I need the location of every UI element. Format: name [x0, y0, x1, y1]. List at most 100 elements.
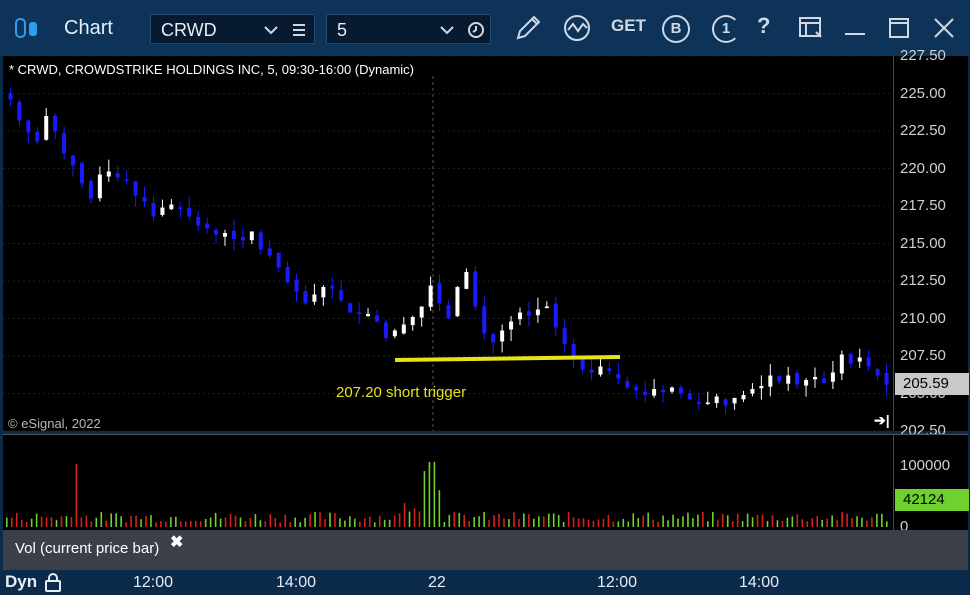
volume-bar — [368, 516, 371, 527]
volume-bar — [781, 521, 784, 527]
trigger-line[interactable] — [394, 355, 621, 362]
candle-body — [169, 204, 174, 210]
chevron-down-icon[interactable] — [439, 22, 455, 38]
volume-bar — [851, 517, 853, 527]
candle-body — [616, 373, 621, 379]
minimize-icon[interactable] — [839, 12, 871, 44]
candle-body — [473, 271, 478, 307]
volume-bar — [314, 512, 316, 527]
volume-bar — [224, 517, 227, 527]
price-axis-label: 222.50 — [900, 122, 946, 139]
candle-body — [330, 285, 335, 289]
volume-chart-svg[interactable] — [3, 435, 893, 531]
symbol-input[interactable]: CRWD — [150, 14, 315, 44]
price-axis-label: 225.00 — [900, 84, 946, 102]
scroll-to-end-icon[interactable]: ➔| — [874, 412, 890, 429]
volume-bar — [130, 515, 132, 527]
price-axis[interactable]: 227.50 225.00 222.50 220.00 217.50 215.00 212.… — [893, 47, 969, 439]
volume-chart[interactable] — [3, 434, 893, 530]
volume-bar — [448, 514, 451, 527]
volume-bar — [528, 514, 530, 527]
volume-study-label: Vol (current price bar) — [15, 540, 160, 557]
volume-bar — [20, 519, 23, 527]
volume-bar — [304, 517, 306, 527]
candle-body — [124, 179, 129, 182]
volume-bar — [289, 522, 291, 527]
volume-axis[interactable]: 100000 0 42124 — [893, 434, 969, 535]
volume-bar — [712, 511, 714, 527]
volume-bar — [508, 519, 510, 527]
volume-bar — [254, 514, 257, 527]
volume-bar — [135, 515, 137, 527]
volume-bar — [115, 513, 117, 527]
volume-bar — [766, 520, 769, 527]
volume-bar — [582, 518, 585, 527]
chart-app-icon — [15, 18, 37, 38]
candle-body — [151, 203, 156, 217]
volume-bar — [716, 519, 719, 527]
volume-bar — [652, 519, 654, 527]
interval-input[interactable]: 5 — [326, 14, 491, 44]
menu-icon[interactable] — [291, 22, 307, 38]
price-chart-svg[interactable] — [3, 56, 893, 431]
volume-bar — [702, 511, 704, 527]
study-icon[interactable] — [561, 12, 593, 44]
candle-body — [35, 131, 40, 142]
pencil-icon[interactable] — [512, 12, 544, 44]
volume-bar — [70, 517, 73, 527]
lock-icon[interactable] — [43, 572, 63, 592]
dynamic-mode-label[interactable]: Dyn — [5, 572, 37, 592]
volume-bar — [175, 516, 177, 527]
symbol-value[interactable]: CRWD — [161, 20, 217, 41]
b-button[interactable]: B — [662, 15, 690, 43]
maximize-icon[interactable] — [883, 12, 915, 44]
price-chart[interactable]: * CRWD, CROWDSTRIKE HOLDINGS INC, 5, 09:… — [3, 56, 893, 431]
candle-body — [518, 312, 523, 320]
volume-bar — [876, 513, 878, 527]
volume-bar — [10, 517, 13, 527]
time-axis[interactable]: Dyn 12:00 14:00 22 12:00 14:00 — [0, 570, 970, 595]
volume-bar — [498, 513, 500, 527]
volume-bar — [214, 512, 217, 527]
volume-bar — [697, 514, 699, 527]
candle-body — [8, 93, 13, 100]
candle-body — [357, 312, 362, 314]
volume-bar — [359, 521, 361, 527]
volume-bar — [751, 517, 754, 527]
volume-bar — [513, 512, 515, 527]
candle-body — [53, 116, 58, 131]
candle-body — [240, 236, 245, 241]
volume-bar — [383, 519, 386, 527]
volume-bar — [627, 521, 630, 527]
chevron-down-icon[interactable] — [263, 22, 279, 38]
volume-bar — [274, 518, 277, 527]
volume-bar — [503, 518, 505, 527]
volume-bar — [786, 517, 789, 527]
candle-body — [366, 314, 371, 317]
volume-bar — [478, 516, 480, 527]
volume-bar — [85, 515, 88, 527]
candle-body — [97, 174, 102, 199]
get-button[interactable]: GET — [611, 16, 646, 36]
candle-body — [88, 180, 93, 199]
candle-body — [133, 181, 138, 196]
volume-bar — [339, 518, 341, 527]
volume-bar — [607, 515, 610, 527]
volume-bar — [567, 511, 570, 527]
volume-bar — [264, 521, 267, 527]
volume-bar — [105, 520, 108, 527]
volume-bar — [572, 517, 575, 527]
layout-icon[interactable] — [795, 12, 827, 44]
volume-bar — [642, 515, 645, 527]
candle-body — [759, 386, 764, 389]
volume-bar — [15, 512, 18, 527]
candle-body — [491, 333, 496, 343]
one-button[interactable]: 1 — [712, 15, 740, 43]
volume-bar — [438, 490, 441, 527]
clock-icon[interactable] — [467, 21, 485, 39]
help-button[interactable]: ? — [757, 13, 770, 39]
close-study-icon[interactable]: ✖ — [170, 532, 183, 552]
interval-value[interactable]: 5 — [337, 20, 347, 41]
close-icon[interactable] — [928, 12, 960, 44]
volume-bar — [433, 461, 436, 527]
